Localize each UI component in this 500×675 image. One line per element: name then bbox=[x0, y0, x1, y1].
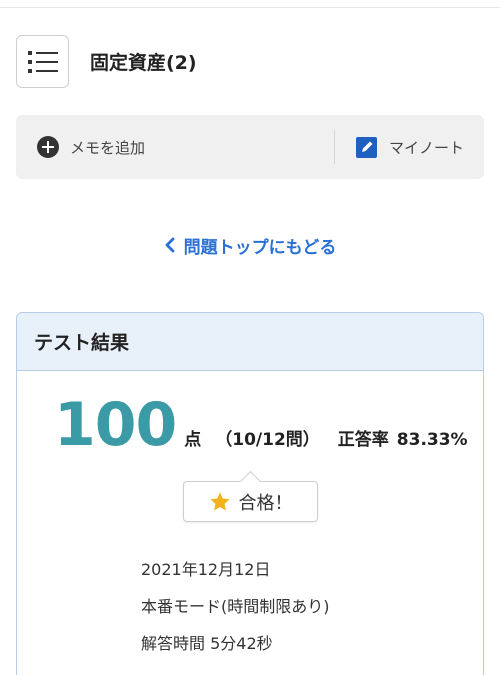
result-details: 2021年12月12日 本番モード(時間制限あり) 解答時間 5分42秒 bbox=[141, 551, 330, 662]
pass-label: 合格！ bbox=[238, 492, 293, 514]
action-bar: メモを追加 マイノート bbox=[16, 115, 484, 179]
test-mode: 本番モード(時間制限あり) bbox=[141, 597, 330, 616]
score-row: 100 点 （10/12問） 正答率 83.33% bbox=[54, 395, 468, 455]
page-title: 固定資産(2) bbox=[90, 52, 197, 74]
list-icon bbox=[27, 50, 58, 74]
score-value: 100 bbox=[54, 390, 177, 460]
back-to-questions-link[interactable]: 問題トップにもどる bbox=[0, 230, 500, 260]
test-result-card: テスト結果 100 点 （10/12問） 正答率 83.33% 合格！ 2021… bbox=[16, 312, 484, 675]
my-note-button[interactable]: マイノート bbox=[335, 115, 484, 179]
top-divider bbox=[0, 0, 500, 8]
answer-time: 解答時間 5分42秒 bbox=[141, 634, 273, 653]
star-icon bbox=[209, 491, 231, 513]
edit-note-icon bbox=[356, 136, 377, 158]
menu-button[interactable] bbox=[16, 35, 69, 88]
result-card-title: テスト結果 bbox=[34, 332, 130, 354]
accuracy-value: 83.33% bbox=[396, 430, 468, 450]
back-link-label: 問題トップにもどる bbox=[183, 237, 337, 258]
correct-count: （10/12問） bbox=[215, 430, 320, 450]
accuracy-label: 正答率 bbox=[337, 430, 389, 450]
result-card-header: テスト結果 bbox=[17, 313, 483, 371]
my-note-label: マイノート bbox=[389, 138, 465, 157]
pass-badge: 合格！ bbox=[183, 481, 318, 522]
test-date: 2021年12月12日 bbox=[141, 560, 271, 579]
score-unit: 点 bbox=[184, 430, 202, 450]
add-memo-label: メモを追加 bbox=[70, 138, 146, 157]
page-header: 固定資産(2) bbox=[16, 35, 197, 88]
add-memo-button[interactable]: メモを追加 bbox=[16, 115, 334, 179]
plus-circle-icon bbox=[37, 136, 59, 158]
chevron-left-icon bbox=[164, 237, 176, 253]
